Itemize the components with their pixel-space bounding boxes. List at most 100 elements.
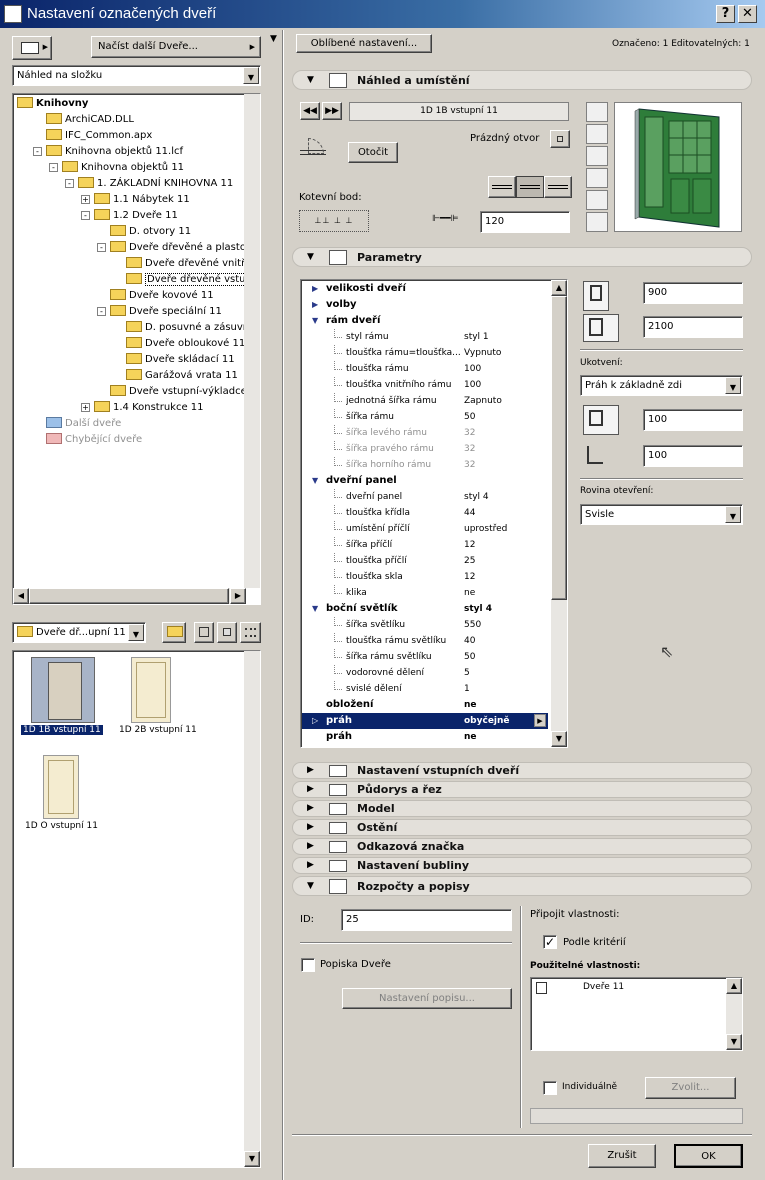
tree-item[interactable]: Dveře dřevěné vnitř [113, 256, 245, 272]
param-group[interactable]: ▼ boční světlík styl 4 [302, 601, 548, 617]
tree-item[interactable]: - 1.2 Dveře 11 [81, 208, 178, 224]
param-value[interactable]: 5 [464, 665, 470, 681]
collapse-icon[interactable]: - [97, 306, 106, 316]
param-row[interactable]: obložení ne [302, 697, 548, 713]
tree-item[interactable]: +1.4 Konstrukce 11 [81, 400, 204, 416]
param-row[interactable]: styl rámu styl 1 [302, 329, 548, 345]
param-row[interactable]: tloušťka skla 12 [302, 569, 548, 585]
tree-item[interactable]: - Knihovna objektů 11 [49, 160, 184, 176]
scroll-up-icon[interactable]: ▲ [551, 280, 567, 296]
collapsed-triangle-icon[interactable]: ▷ [312, 713, 318, 729]
collapsed-triangle-icon[interactable]: ▶ [312, 297, 318, 313]
width-field[interactable]: 900 [643, 282, 743, 304]
param-value[interactable]: Zapnuto [464, 393, 502, 409]
param-row[interactable]: šířka světlíku 550 [302, 617, 548, 633]
panel-params-header[interactable]: ▼ Parametry [292, 247, 752, 267]
choose-button[interactable]: Zvolit... [645, 1077, 736, 1099]
tree-item[interactable]: Chybějící dveře [33, 432, 142, 448]
param-row[interactable]: klika ne [302, 585, 548, 601]
tree-item[interactable]: Knihovny [17, 96, 88, 112]
props-item[interactable]: Dveře 11 [583, 982, 624, 992]
plan-view-icon[interactable] [586, 102, 608, 122]
by-criteria-checkbox[interactable]: ✓ [543, 935, 557, 949]
anchor-points-icon[interactable]: ⊥⊥ ⊥ ⊥ [299, 210, 369, 232]
label-checkbox[interactable] [301, 958, 315, 972]
panel-header-collapsed[interactable]: ▶ Ostění [292, 819, 752, 836]
tree-item[interactable]: D. posuvné a zásuvr [113, 320, 246, 336]
param-row[interactable]: dveřní panel styl 4 [302, 489, 548, 505]
param-row[interactable]: tloušťka rámu=tloušťka... Vypnuto [302, 345, 548, 361]
label-settings-button[interactable]: Nastavení popisu... [342, 988, 512, 1009]
param-row[interactable]: tloušťka rámu světlíku 40 [302, 633, 548, 649]
thumbnails-panel[interactable]: 1D 1B vstupní 11 1D 2B vstupní 11 1D O v… [12, 650, 261, 1168]
thumbs-vscrollbar[interactable]: ▼ [244, 651, 260, 1167]
sill-field[interactable]: 100 [643, 409, 743, 431]
ok-button[interactable]: OK [674, 1144, 743, 1168]
param-row[interactable]: šířka příčlí 12 [302, 537, 548, 553]
param-row[interactable]: jednotná šířka rámu Zapnuto [302, 393, 548, 409]
thumb-2-image[interactable] [131, 657, 171, 723]
panel-header-collapsed[interactable]: ▶ Půdorys a řez [292, 781, 752, 798]
vscroll-thumb[interactable] [551, 296, 567, 600]
panel-header-collapsed[interactable]: ▶ Odkazová značka [292, 838, 752, 855]
prev-object-button[interactable]: ◀◀ [300, 102, 320, 120]
thumb-3-image[interactable] [43, 755, 79, 819]
rotate-button[interactable]: Otočit [348, 142, 398, 163]
param-value[interactable]: 100 [464, 377, 481, 393]
collapse-icon[interactable]: - [49, 162, 58, 172]
height-field[interactable]: 2100 [643, 316, 743, 338]
panel-placement-header[interactable]: ▼ Náhled a umístění [292, 70, 752, 90]
tree-item[interactable]: Další dveře [33, 416, 121, 432]
scroll-right-icon[interactable]: ▶ [230, 588, 246, 604]
anchoring-select[interactable]: Práh k základně zdi ▼ [580, 375, 743, 396]
thumb-1-label[interactable]: 1D 1B vstupní 11 [21, 725, 103, 735]
param-value[interactable]: 1 [464, 681, 470, 697]
panel-schedule-header[interactable]: ▼ Rozpočty a popisy [292, 876, 752, 896]
param-row[interactable]: svislé dělení 1 [302, 681, 548, 697]
param-value[interactable]: 50 [464, 649, 475, 665]
thumb-1-image[interactable] [31, 657, 95, 723]
param-row[interactable]: šířka rámu 50 [302, 409, 548, 425]
tree-item[interactable]: Dveře kovové 11 [97, 288, 214, 304]
load-more-button[interactable]: Načíst další Dveře... ▶ [91, 36, 261, 58]
anchor-right-button[interactable] [544, 176, 572, 198]
hscroll-thumb[interactable] [29, 588, 229, 604]
expand-icon[interactable]: + [81, 402, 90, 412]
collapse-icon[interactable]: - [97, 242, 106, 252]
list-view-icon[interactable] [586, 212, 608, 232]
expanded-triangle-icon[interactable]: ▼ [312, 473, 318, 489]
param-value[interactable]: 32 [464, 457, 475, 473]
3d-view-icon[interactable] [586, 168, 608, 188]
thumb-3-label[interactable]: 1D O vstupní 11 [25, 821, 98, 831]
param-row[interactable]: tloušťka rámu 100 [302, 361, 548, 377]
available-props-list[interactable]: Dveře 11 ▲ ▼ [530, 977, 743, 1051]
param-group[interactable]: ▶ volby [302, 297, 548, 313]
list-view-button[interactable] [240, 622, 261, 643]
param-value[interactable]: 100 [464, 361, 481, 377]
expanded-triangle-icon[interactable]: ▼ [312, 601, 318, 617]
param-value[interactable]: styl 4 [464, 489, 489, 505]
next-object-button[interactable]: ▶▶ [322, 102, 342, 120]
param-row[interactable]: tloušťka křídla 44 [302, 505, 548, 521]
params-vscrollbar[interactable]: ▲ ▼ [551, 280, 567, 747]
tree-item[interactable]: Dveře vstupní-výkladce 1 [97, 384, 246, 400]
tree-item[interactable]: - Knihovna objektů 11.lcf [33, 144, 183, 160]
expanded-triangle-icon[interactable]: ▼ [312, 313, 318, 329]
view-options-button[interactable]: ▶ [12, 36, 52, 60]
param-row[interactable]: šířka rámu světlíku 50 [302, 649, 548, 665]
tree-item[interactable]: ArchiCAD.DLL [33, 112, 134, 128]
collapsed-triangle-icon[interactable]: ▶ [312, 281, 318, 297]
param-value[interactable]: styl 4 [464, 601, 492, 617]
offset-field[interactable]: 120 [480, 211, 570, 233]
small-icons-button[interactable] [217, 622, 237, 643]
individually-checkbox[interactable] [543, 1081, 557, 1095]
tree-hscrollbar[interactable]: ◀ ▶ [13, 588, 246, 604]
tree-item[interactable]: Dveře obloukové 11 [113, 336, 245, 352]
help-button[interactable]: ? [716, 5, 735, 23]
param-value[interactable]: 32 [464, 441, 475, 457]
param-value[interactable]: 32 [464, 425, 475, 441]
scroll-down-icon[interactable]: ▼ [551, 731, 567, 747]
close-button[interactable]: ✕ [738, 5, 757, 23]
param-group[interactable]: ▼ rám dveří [302, 313, 548, 329]
tree-item[interactable]: Garážová vrata 11 [113, 368, 238, 384]
